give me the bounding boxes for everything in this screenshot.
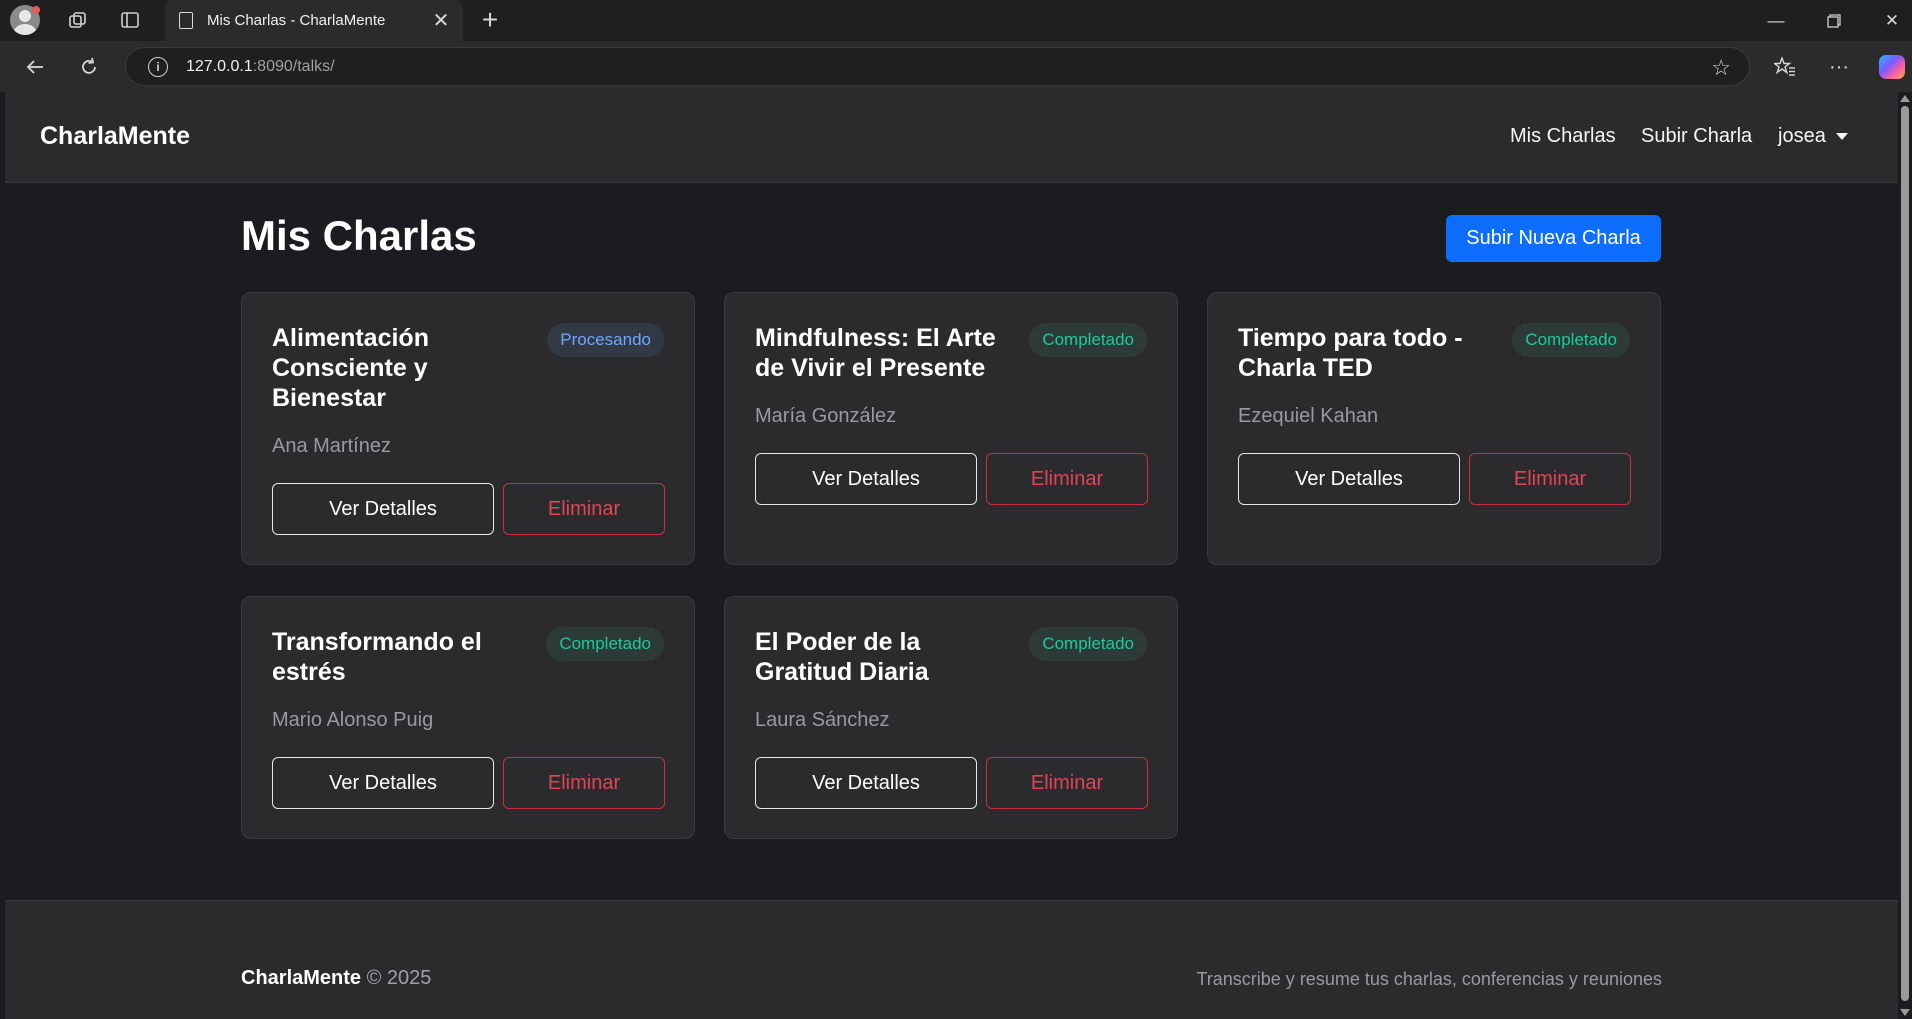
site-navbar: CharlaMente Mis Charlas Subir Charla jos… [5,92,1898,183]
upload-new-talk-button[interactable]: Subir Nueva Charla [1446,215,1661,262]
more-options-icon[interactable]: ··· [1822,50,1856,84]
talk-author: Mario Alonso Puig [272,709,434,731]
nav-link-upload-talk[interactable]: Subir Charla [1641,125,1752,148]
view-details-button[interactable]: Ver Detalles [272,757,494,809]
url-path: :8090/talks/ [252,57,335,75]
footer-brand-name: CharlaMente [241,967,362,989]
view-details-button[interactable]: Ver Detalles [755,757,977,809]
active-tab[interactable]: Mis Charlas - CharlaMente ✕ [165,0,463,41]
workspaces-icon[interactable] [62,4,94,36]
page-title: Mis Charlas [241,212,477,259]
talk-title: Alimentación Consciente y Bienestar [272,324,429,412]
talk-card: Tiempo para todo - Charla TED Completado… [1207,292,1661,565]
talk-card: Mindfulness: El Arte de Vivir el Present… [724,292,1178,565]
talk-title: El Poder de la Gratitud Diaria [755,628,929,686]
talk-author: Ezequiel Kahan [1238,405,1379,427]
status-badge: Completado [1512,323,1630,357]
notification-dot [32,6,40,14]
reload-icon[interactable] [72,50,106,84]
new-tab-icon[interactable]: + [474,4,506,36]
back-icon[interactable] [18,50,52,84]
nav-link-my-talks[interactable]: Mis Charlas [1510,125,1616,148]
talk-card: Transformando el estrés Completado Mario… [241,596,695,839]
vertical-tabs-icon[interactable] [114,4,146,36]
url-host: 127.0.0.1 [186,57,253,75]
talk-author: Laura Sánchez [755,709,890,731]
user-name: josea [1778,125,1826,147]
scroll-down-icon[interactable] [1900,1009,1910,1016]
favorites-icon[interactable] [1768,50,1802,84]
user-menu-dropdown[interactable]: josea [1778,125,1848,148]
chevron-down-icon [1835,133,1848,141]
status-badge: Completado [546,627,664,661]
minimize-icon[interactable]: — [1747,0,1805,41]
tab-title: Mis Charlas - CharlaMente [207,12,386,29]
footer-brand: CharlaMente © 2025 [241,967,431,990]
document-icon [179,12,193,29]
delete-button[interactable]: Eliminar [986,453,1148,505]
status-badge: Completado [1029,323,1147,357]
footer-tagline: Transcribe y resume tus charlas, confere… [1196,969,1662,989]
status-badge: Completado [1029,627,1147,661]
delete-button[interactable]: Eliminar [503,757,665,809]
talk-author: María González [755,405,897,427]
close-tab-icon[interactable]: ✕ [425,8,457,33]
site-brand[interactable]: CharlaMente [40,122,190,151]
site-info-icon[interactable]: i [148,56,168,77]
delete-button[interactable]: Eliminar [986,757,1148,809]
talk-title: Transformando el estrés [272,628,482,686]
scroll-up-icon[interactable] [1900,95,1910,102]
talk-card: Alimentación Consciente y Bienestar Proc… [241,292,695,565]
site-footer: CharlaMente © 2025 Transcribe y resume t… [5,900,1898,1019]
url-field[interactable]: i 127.0.0.1:8090/talks/ ☆ [125,47,1750,86]
browser-tab-bar: Mis Charlas - CharlaMente ✕ + — ✕ [0,0,1912,41]
page-viewport: CharlaMente Mis Charlas Subir Charla jos… [5,92,1898,1019]
scroll-thumb[interactable] [1901,106,1909,1001]
favorite-star-icon[interactable]: ☆ [1711,55,1731,81]
status-badge: Procesando [547,323,664,357]
view-details-button[interactable]: Ver Detalles [755,453,977,505]
close-window-icon[interactable]: ✕ [1863,0,1912,41]
talk-title: Mindfulness: El Arte de Vivir el Present… [755,324,996,382]
vertical-scrollbar[interactable] [1898,92,1912,1019]
delete-button[interactable]: Eliminar [1469,453,1631,505]
copilot-icon[interactable] [1879,55,1905,79]
restore-icon[interactable] [1805,0,1863,41]
footer-copyright: © 2025 [366,967,432,989]
view-details-button[interactable]: Ver Detalles [272,483,494,535]
talk-author: Ana Martínez [272,435,391,457]
talk-card: El Poder de la Gratitud Diaria Completad… [724,596,1178,839]
address-bar-row: i 127.0.0.1:8090/talks/ ☆ ··· [0,41,1912,92]
view-details-button[interactable]: Ver Detalles [1238,453,1460,505]
talk-title: Tiempo para todo - Charla TED [1238,324,1463,382]
delete-button[interactable]: Eliminar [503,483,665,535]
